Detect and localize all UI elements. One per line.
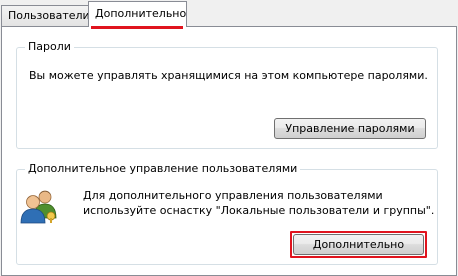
tab-advanced-highlight	[91, 26, 183, 29]
advanced-user-management-title: Дополнительное управление пользователями	[25, 162, 301, 176]
tab-advanced[interactable]: Дополнительно	[88, 1, 187, 27]
users-description-line1: Для дополнительного управления пользоват…	[83, 189, 383, 202]
advanced-user-management-group: Дополнительное управление пользователями…	[16, 162, 438, 265]
passwords-group-title: Пароли	[25, 40, 74, 54]
tab-users[interactable]: Пользователи	[1, 5, 90, 26]
users-description-line2: используйте оснастку "Локальные пользова…	[83, 204, 435, 217]
tab-strip: Пользователи Дополнительно	[0, 0, 458, 27]
users-icon	[20, 190, 57, 224]
passwords-group: Пароли Вы можете управлять хранящимися н…	[16, 40, 438, 149]
passwords-description: Вы можете управлять хранящимися на этом …	[29, 69, 428, 82]
tab-panel-advanced: Пароли Вы можете управлять хранящимися н…	[1, 26, 457, 276]
tab-users-label: Пользователи	[8, 9, 90, 22]
manage-passwords-button[interactable]: Управление паролями	[274, 118, 426, 139]
tab-advanced-label: Дополнительно	[95, 7, 187, 20]
advanced-button[interactable]: Дополнительно	[293, 234, 424, 255]
